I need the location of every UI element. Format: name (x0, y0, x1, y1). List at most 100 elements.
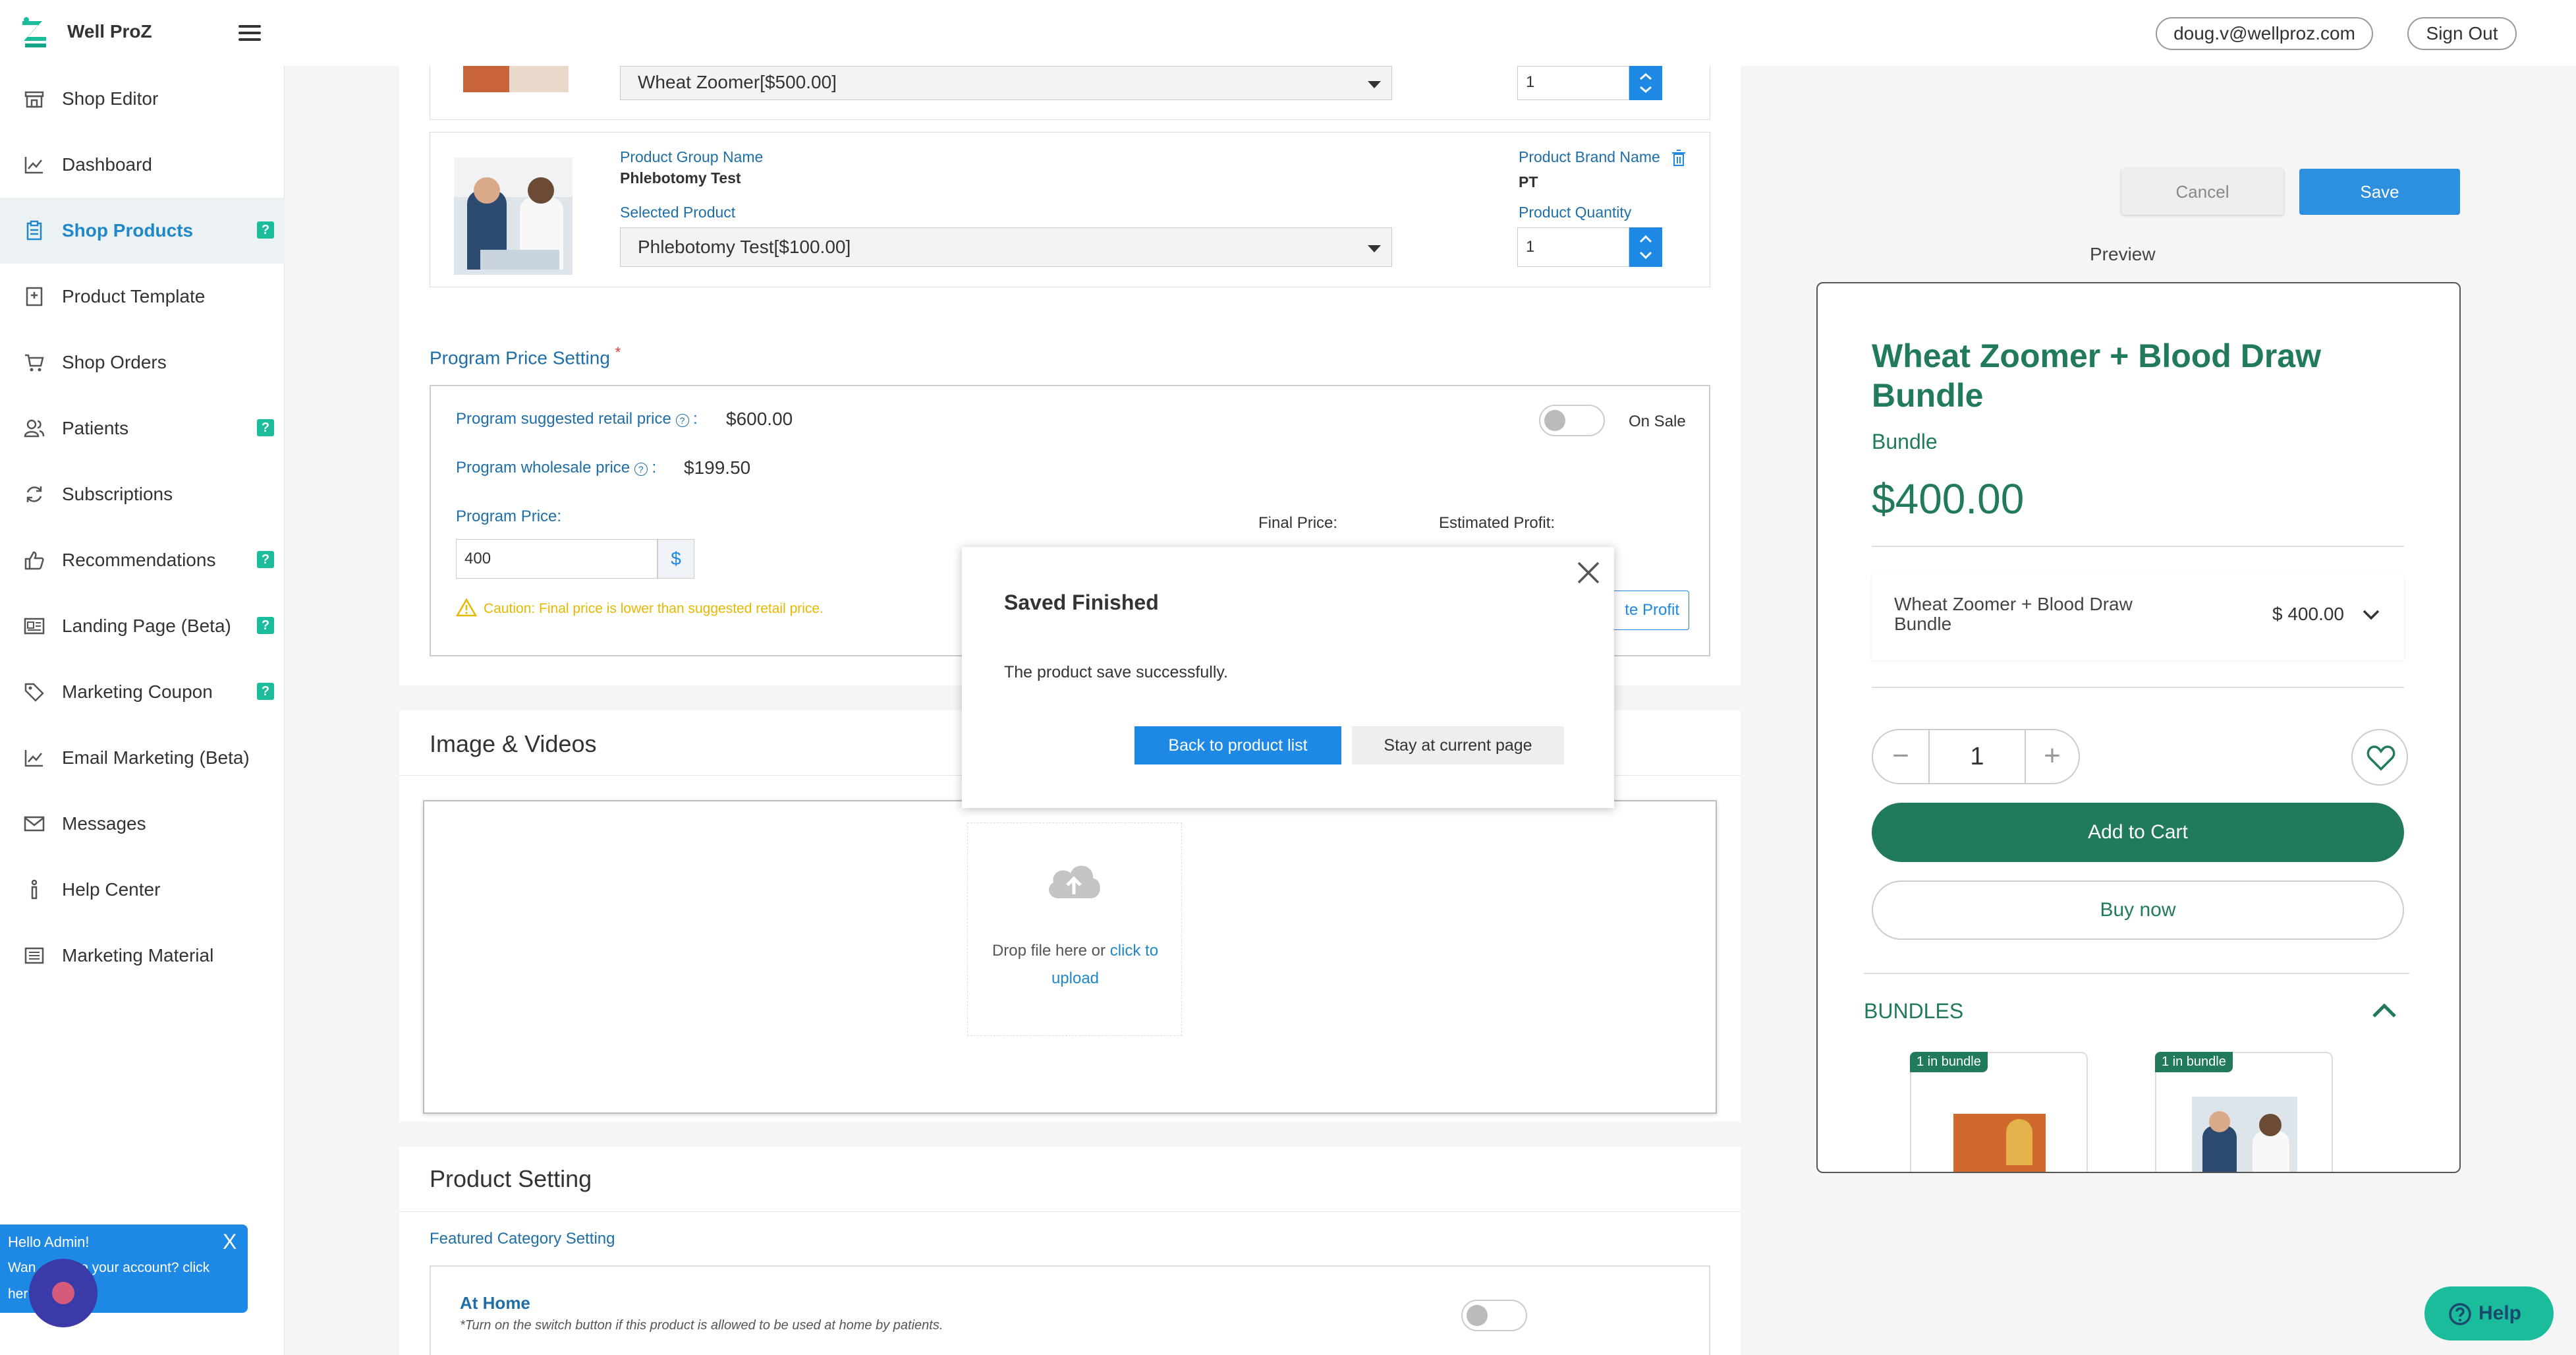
divider (1864, 973, 2409, 974)
toggle-knob (1544, 410, 1565, 431)
close-icon[interactable] (1576, 560, 1601, 585)
retail-price-value: $600.00 (726, 409, 793, 429)
program-price-input[interactable]: 400 (456, 539, 658, 579)
chevron-down-icon (2363, 610, 2380, 620)
sidebar-item-shop-editor[interactable]: Shop Editor (0, 66, 285, 132)
quantity-stepper[interactable] (1629, 66, 1662, 100)
chat-avatar-dot (52, 1282, 74, 1304)
product-preview: Wheat Zoomer + Blood Draw Bundle Bundle … (1816, 282, 2461, 1173)
upload-dropzone[interactable]: Drop file here or click to upload (423, 800, 1717, 1114)
retail-price-label: Program suggested retail price ? : (456, 410, 698, 428)
bundles-title: BUNDLES (1864, 999, 1964, 1023)
top-header: Well ProZ doug.v@wellproz.com Sign Out (0, 0, 2576, 66)
sidebar-item-label: Product Template (62, 286, 206, 306)
account-email-button[interactable]: doug.v@wellproz.com (2156, 17, 2373, 50)
help-badge-icon[interactable]: ? (257, 221, 274, 239)
sidebar-item-subscriptions[interactable]: Subscriptions (0, 461, 285, 527)
currency-addon: $ (658, 539, 694, 579)
help-badge-icon[interactable]: ? (257, 617, 274, 634)
product-quantity-label: Product Quantity (1519, 204, 1632, 221)
toggle-knob (1467, 1305, 1488, 1326)
warning-icon (456, 598, 477, 617)
caution-text: Caution: Final price is lower than sugge… (484, 601, 824, 616)
dialog-message: The product save successfully. (1004, 663, 1228, 681)
clipboard-icon (26, 220, 42, 241)
sidebar-item-patients[interactable]: Patients ? (0, 395, 285, 461)
selected-product-value: Phlebotomy Test[$100.00] (638, 237, 851, 257)
chat-greeting: Hello Admin! (8, 1234, 90, 1250)
preview-label: Preview (2090, 244, 2156, 264)
help-button[interactable]: Help (2424, 1286, 2554, 1341)
increase-button[interactable]: + (2026, 730, 2079, 783)
quantity-stepper[interactable] (1629, 227, 1662, 267)
drop-text-line: Drop file here or click to (968, 942, 1183, 960)
sidebar-item-email-marketing[interactable]: Email Marketing (Beta) (0, 725, 285, 791)
sidebar-item-messages[interactable]: Messages (0, 791, 285, 857)
bundle-item-card[interactable]: 1 in bundle (2155, 1052, 2333, 1172)
refresh-icon (26, 486, 42, 502)
buy-now-button[interactable]: Buy now (1872, 880, 2404, 940)
brand-name: Well ProZ (67, 21, 152, 42)
cancel-button[interactable]: Cancel (2121, 169, 2283, 215)
quantity-input[interactable]: 1 (1928, 730, 2026, 783)
add-to-cart-button[interactable]: Add to Cart (1872, 803, 2404, 862)
chat-close-button[interactable]: X (223, 1230, 237, 1254)
upload-box[interactable]: Drop file here or click to upload (967, 822, 1182, 1036)
help-badge-icon[interactable]: ? (257, 419, 274, 436)
product-row: Product Group Name Phlebotomy Test Selec… (430, 132, 1710, 287)
document-icon (24, 947, 44, 964)
saved-finished-dialog: Saved Finished The product save successf… (962, 547, 1614, 808)
chat-avatar-button[interactable] (29, 1259, 98, 1327)
chevron-down-icon (1368, 245, 1381, 252)
wholesale-price-value: $199.50 (684, 457, 751, 478)
store-icon (24, 91, 44, 108)
stay-at-current-page-button[interactable]: Stay at current page (1352, 726, 1564, 764)
sidebar-item-label: Recommendations (62, 550, 216, 570)
cart-icon (25, 354, 44, 372)
sidebar-item-product-template[interactable]: Product Template (0, 264, 285, 330)
chevron-up-icon[interactable] (2371, 1002, 2397, 1019)
option-name: Wheat Zoomer + Blood Draw Bundle (1894, 594, 2133, 634)
upload-link[interactable]: upload (968, 969, 1183, 988)
bundle-item-card[interactable]: 1 in bundle (1910, 1052, 2088, 1172)
save-button[interactable]: Save (2299, 169, 2460, 215)
trash-icon[interactable] (1671, 150, 1686, 167)
at-home-toggle[interactable] (1461, 1300, 1527, 1331)
sidebar-item-marketing-material[interactable]: Marketing Material (0, 923, 285, 989)
quantity-input[interactable]: 1 (1517, 66, 1629, 100)
bundle-badge: 1 in bundle (2155, 1052, 2233, 1072)
selected-product-dropdown[interactable]: Phlebotomy Test[$100.00] (620, 227, 1392, 267)
help-badge-icon[interactable]: ? (257, 683, 274, 700)
wishlist-button[interactable] (2351, 729, 2408, 786)
preview-title: Wheat Zoomer + Blood Draw Bundle (1872, 337, 2322, 414)
product-group-name: Phlebotomy Test (620, 169, 741, 187)
wholesale-label-text: Program wholesale price (456, 459, 630, 476)
click-to-upload-link[interactable]: click to (1110, 942, 1158, 960)
quantity-input[interactable]: 1 (1517, 227, 1629, 267)
bundle-option-select[interactable]: Wheat Zoomer + Blood Draw Bundle $ 400.0… (1872, 575, 2404, 660)
sidebar-item-shop-orders[interactable]: Shop Orders (0, 330, 285, 395)
on-sale-label: On Sale (1629, 413, 1686, 430)
sidebar-item-recommendations[interactable]: Recommendations ? (0, 527, 285, 593)
estimated-profit-label: Estimated Profit: (1439, 514, 1555, 532)
on-sale-toggle[interactable] (1539, 405, 1605, 436)
sidebar-item-shop-products[interactable]: Shop Products ? (0, 198, 285, 264)
info-icon[interactable]: ? (675, 414, 689, 427)
sidebar-item-landing-page[interactable]: Landing Page (Beta) ? (0, 593, 285, 659)
sidebar-item-dashboard[interactable]: Dashboard (0, 132, 285, 198)
sidebar-item-label: Shop Editor (62, 88, 159, 109)
sidebar-item-help-center[interactable]: Help Center (0, 857, 285, 923)
thumbs-up-icon (24, 551, 44, 570)
selected-product-dropdown[interactable]: Wheat Zoomer[$500.00] (620, 66, 1392, 100)
info-icon[interactable]: ? (634, 463, 648, 476)
back-to-product-list-button[interactable]: Back to product list (1134, 726, 1341, 764)
bundle-badge: 1 in bundle (1910, 1052, 1988, 1072)
colon: : (652, 459, 657, 476)
sidebar-item-marketing-coupon[interactable]: Marketing Coupon ? (0, 659, 285, 725)
sidebar-item-label: Marketing Coupon (62, 681, 213, 702)
featured-category-label: Featured Category Setting (430, 1230, 615, 1248)
sign-out-button[interactable]: Sign Out (2407, 17, 2517, 50)
decrease-button[interactable]: − (1873, 730, 1928, 783)
help-badge-icon[interactable]: ? (257, 551, 274, 568)
hamburger-menu-icon[interactable] (238, 25, 261, 41)
